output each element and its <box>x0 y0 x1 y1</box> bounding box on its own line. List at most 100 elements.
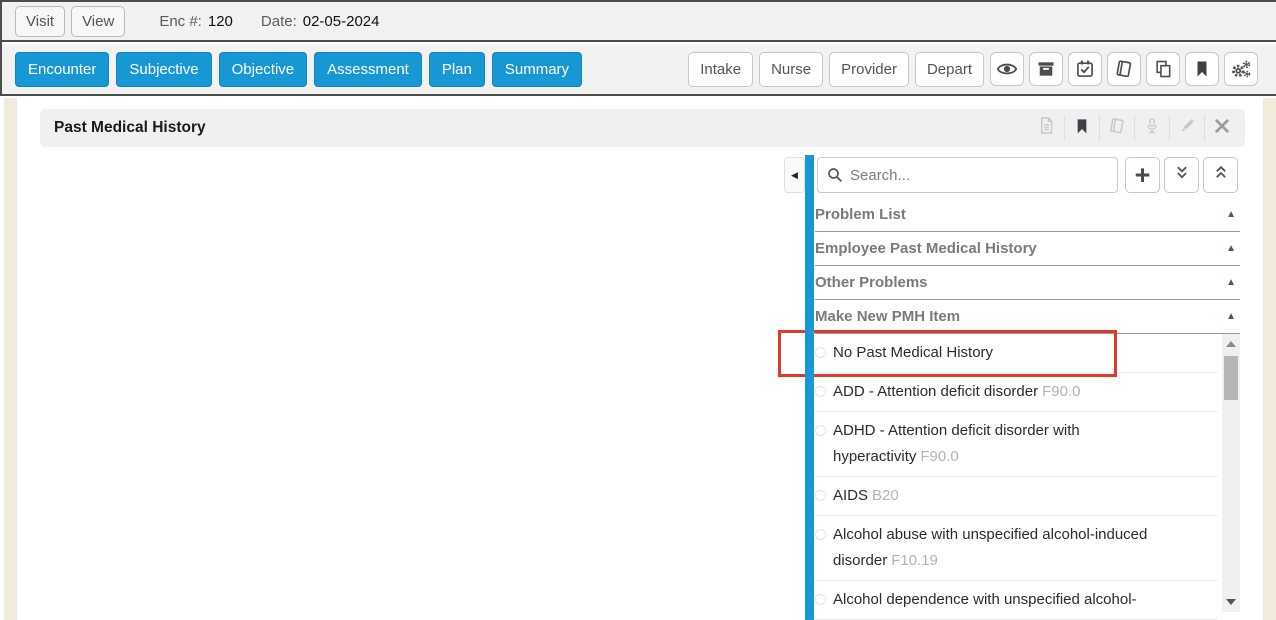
tab-plan[interactable]: Plan <box>429 52 485 87</box>
close-section-button[interactable] <box>1204 115 1239 141</box>
group-label: Employee Past Medical History <box>815 240 1037 257</box>
tab-subjective[interactable]: Subjective <box>116 52 211 87</box>
section-toolbar <box>1029 115 1245 141</box>
tab-objective[interactable]: Objective <box>219 52 308 87</box>
item-label: AIDS <box>833 487 868 504</box>
note-document-button[interactable] <box>1029 115 1064 141</box>
radio-circle-icon <box>815 425 826 436</box>
expand-all-icon <box>1172 163 1192 188</box>
add-item-button[interactable]: + <box>1125 157 1160 193</box>
calendar-check-button[interactable] <box>1068 52 1102 86</box>
group-employee-pmh[interactable]: Employee Past Medical History ▲ <box>815 232 1240 266</box>
eye-button[interactable] <box>990 52 1024 86</box>
archive-button[interactable] <box>1029 52 1063 86</box>
scrollbar-down-arrow[interactable] <box>1226 599 1236 605</box>
caret-up-icon: ▲ <box>1226 209 1240 220</box>
depart-button[interactable]: Depart <box>915 52 984 87</box>
caret-up-icon: ▲ <box>1226 311 1240 322</box>
document-icon <box>1037 116 1056 140</box>
encounter-number-value: 120 <box>208 13 233 30</box>
visit-button[interactable]: Visit <box>15 6 65 37</box>
radio-circle-icon <box>815 347 826 358</box>
item-code: F90.0 <box>920 448 958 465</box>
list-item-adhd[interactable]: ADHD - Attention deficit disorder with h… <box>815 412 1218 477</box>
encounter-number-label: Enc #: <box>159 13 202 30</box>
radio-circle-icon <box>815 490 826 501</box>
page-title: Past Medical History <box>40 119 206 137</box>
group-other-problems[interactable]: Other Problems ▲ <box>815 266 1240 300</box>
section-book-button[interactable] <box>1099 115 1134 141</box>
section-bookmark-button[interactable] <box>1064 115 1099 141</box>
collapse-all-icon <box>1211 163 1231 188</box>
scrollbar-thumb[interactable] <box>1224 356 1238 400</box>
top-bar: Visit View Enc #: 120 Date: 02-05-2024 <box>2 2 1276 42</box>
scrollbar-up-arrow[interactable] <box>1226 341 1236 347</box>
search-box <box>817 157 1118 193</box>
copy-icon <box>1153 59 1173 79</box>
nurse-button[interactable]: Nurse <box>759 52 823 87</box>
settings-button[interactable] <box>1224 52 1258 86</box>
page-edge-right <box>1263 98 1276 620</box>
pmh-item-list: No Past Medical History ADD - Attention … <box>815 334 1218 620</box>
item-label: Alcohol dependence with unspecified alco… <box>833 591 1137 608</box>
tab-bar: Encounter Subjective Objective Assessmen… <box>2 44 1276 96</box>
caret-up-icon: ▲ <box>1226 277 1240 288</box>
dictation-button[interactable] <box>1134 115 1169 141</box>
panel-collapse-handle[interactable]: ◀ <box>784 157 805 193</box>
group-label: Other Problems <box>815 274 928 291</box>
group-label: Problem List <box>815 206 906 223</box>
list-item-no-past-medical-history[interactable]: No Past Medical History <box>815 334 1218 373</box>
list-scrollbar[interactable] <box>1222 334 1240 612</box>
page-edge-left <box>4 98 17 620</box>
calendar-check-icon <box>1075 59 1095 79</box>
radio-circle-icon <box>815 529 826 540</box>
list-item-aids[interactable]: AIDSB20 <box>815 477 1218 516</box>
item-code: F90.0 <box>1042 383 1080 400</box>
eye-icon <box>996 58 1018 80</box>
group-label: Make New PMH Item <box>815 308 960 325</box>
gears-icon <box>1230 58 1252 80</box>
bookmark-button[interactable] <box>1185 52 1219 86</box>
close-icon <box>1214 118 1230 139</box>
bookmark-icon <box>1074 118 1090 139</box>
list-item-alcohol-dependence[interactable]: Alcohol dependence with unspecified alco… <box>815 581 1218 620</box>
book-icon <box>1108 117 1126 140</box>
group-make-new-pmh-item[interactable]: Make New PMH Item ▲ <box>815 300 1240 334</box>
picker-groups: Problem List ▲ Employee Past Medical His… <box>815 198 1240 334</box>
chevron-left-icon: ◀ <box>791 170 798 181</box>
expand-all-button[interactable] <box>1164 157 1199 193</box>
book-icon <box>1114 59 1134 79</box>
bookmark-icon <box>1193 60 1211 78</box>
provider-button[interactable]: Provider <box>829 52 909 87</box>
item-code: F10.19 <box>891 552 938 569</box>
microphone-icon <box>1143 117 1161 140</box>
content-area: Past Medical History <box>0 96 1276 620</box>
date-value: 02-05-2024 <box>303 13 380 30</box>
copy-button[interactable] <box>1146 52 1180 86</box>
archive-icon <box>1036 59 1056 79</box>
tab-assessment[interactable]: Assessment <box>314 52 422 87</box>
edit-button[interactable] <box>1169 115 1204 141</box>
view-button[interactable]: View <box>71 6 125 37</box>
item-code: B20 <box>872 487 899 504</box>
item-label: No Past Medical History <box>833 344 993 361</box>
tab-summary[interactable]: Summary <box>492 52 582 87</box>
search-input[interactable] <box>817 157 1118 193</box>
tab-encounter[interactable]: Encounter <box>15 52 109 87</box>
intake-button[interactable]: Intake <box>688 52 753 87</box>
list-item-alcohol-abuse[interactable]: Alcohol abuse with unspecified alcohol-i… <box>815 516 1218 581</box>
date-label: Date: <box>261 13 297 30</box>
radio-circle-icon <box>815 594 826 605</box>
caret-up-icon: ▲ <box>1226 243 1240 254</box>
list-item-add[interactable]: ADD - Attention deficit disorderF90.0 <box>815 373 1218 412</box>
radio-circle-icon <box>815 386 826 397</box>
collapse-all-button[interactable] <box>1203 157 1238 193</box>
section-header: Past Medical History <box>40 109 1245 147</box>
item-label: ADD - Attention deficit disorder <box>833 383 1038 400</box>
panel-accent-bar <box>805 155 814 620</box>
pencil-icon <box>1178 117 1196 140</box>
group-problem-list[interactable]: Problem List ▲ <box>815 198 1240 232</box>
window-chrome: Visit View Enc #: 120 Date: 02-05-2024 E… <box>0 0 1276 96</box>
book-button[interactable] <box>1107 52 1141 86</box>
item-label: Alcohol abuse with unspecified alcohol-i… <box>833 526 1147 569</box>
